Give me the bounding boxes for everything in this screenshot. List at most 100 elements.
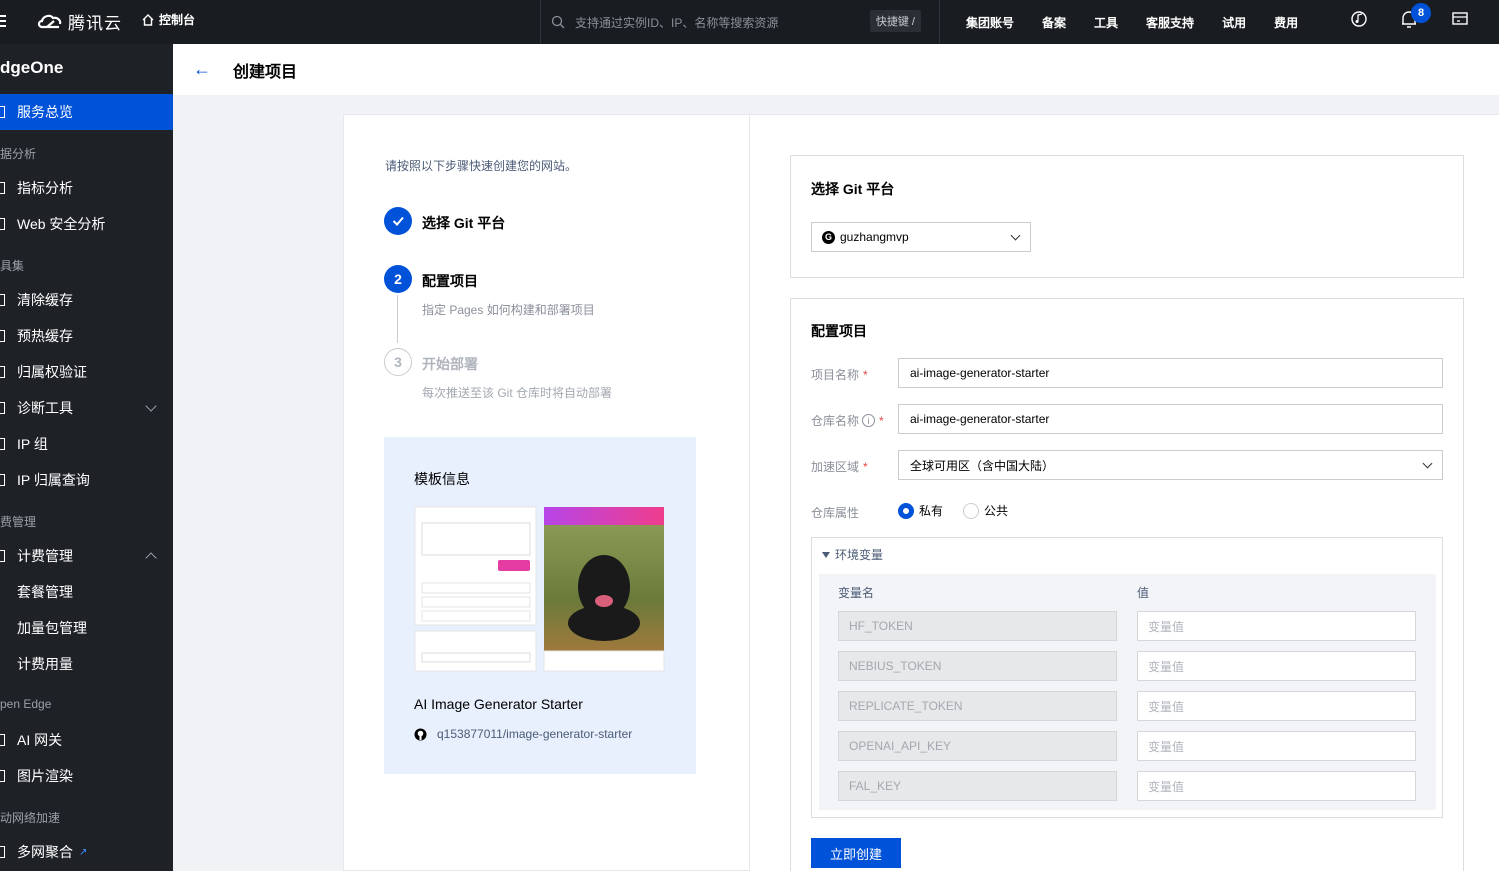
env-value-input[interactable]: 变量值 — [1137, 691, 1416, 721]
git-card-title: 选择 Git 平台 — [811, 181, 895, 197]
config-card-title: 配置项目 — [811, 323, 867, 339]
steps-intro: 请按照以下步骤快速创建您的网站。 — [385, 159, 578, 173]
nav-icon — [0, 734, 5, 746]
env-key-field: FAL_KEY — [838, 771, 1117, 801]
nav-support[interactable]: 客服支持 — [1146, 14, 1194, 31]
env-vars-section: 环境变量 变量名 值 HF_TOKEN 变量值 NEBIUS_TOKEN 变量值… — [811, 537, 1443, 818]
nav-icon — [0, 846, 5, 858]
cart-icon[interactable] — [1451, 10, 1469, 28]
env-value-input[interactable]: 变量值 — [1137, 651, 1416, 681]
nav-icp[interactable]: 备案 — [1042, 14, 1066, 31]
logo[interactable]: 腾讯云 — [37, 9, 122, 34]
nav-trial[interactable]: 试用 — [1222, 14, 1246, 31]
sidebar-item-billing[interactable]: 计费管理 — [0, 538, 173, 574]
chevron-down-icon — [1422, 458, 1433, 469]
step-2-title: 配置项目 — [422, 273, 478, 289]
nav-icon — [0, 218, 5, 230]
env-value-header: 值 — [1137, 586, 1150, 600]
public-label: 公共 — [984, 504, 1009, 518]
nav-tools[interactable]: 工具 — [1094, 14, 1118, 31]
sidebar-item-diagnostics[interactable]: 诊断工具 — [0, 390, 173, 426]
template-name: AI Image Generator Starter — [414, 696, 583, 712]
top-bar: 腾讯云 控制台 支持通过实例ID、IP、名称等搜索资源 快捷键 / 集团账号 备… — [0, 0, 1499, 44]
sidebar-group-open-edge: pen Edge — [0, 697, 52, 711]
chevron-down-icon — [1010, 230, 1021, 241]
sidebar-item-ip-group[interactable]: IP 组 — [0, 426, 173, 462]
info-icon[interactable]: i — [862, 414, 876, 427]
sidebar-item-addons[interactable]: 加量包管理 — [0, 610, 173, 646]
template-repo-link[interactable]: q153877011/image-generator-starter — [414, 727, 632, 741]
env-key-field: NEBIUS_TOKEN — [838, 651, 1117, 681]
music-icon[interactable] — [1350, 10, 1368, 28]
sidebar-item-ip-lookup[interactable]: IP 归属查询 — [0, 462, 173, 498]
nav-icon — [0, 770, 5, 782]
search-input[interactable]: 支持通过实例ID、IP、名称等搜索资源 — [575, 14, 778, 31]
env-key-field: HF_TOKEN — [838, 611, 1117, 641]
step-1-title: 选择 Git 平台 — [422, 215, 506, 231]
region-label: 加速区域 * — [811, 459, 868, 475]
nav-icon — [0, 182, 5, 194]
page-header: ← 创建项目 — [173, 44, 1499, 95]
region-value: 全球可用区（含中国大陆） — [910, 458, 1055, 473]
nav-billing[interactable]: 费用 — [1274, 14, 1298, 31]
config-card: 配置项目 项目名称 * ai-image-generator-starter 仓库… — [790, 298, 1464, 871]
sidebar-item-overview[interactable]: 服务总览 — [0, 94, 173, 130]
git-provider-icon: G — [822, 230, 835, 244]
search-icon — [551, 15, 565, 29]
sidebar-item-plans[interactable]: 套餐管理 — [0, 574, 173, 610]
nav-icon — [0, 330, 5, 342]
env-value-input[interactable]: 变量值 — [1137, 731, 1416, 761]
private-radio[interactable] — [898, 502, 914, 519]
console-link[interactable]: 控制台 — [141, 11, 195, 28]
private-label: 私有 — [919, 504, 944, 518]
env-key-header: 变量名 — [838, 586, 875, 600]
step-3-number: 3 — [384, 348, 412, 376]
nav-group-account[interactable]: 集团账号 — [966, 14, 1014, 31]
step-connector — [397, 295, 398, 343]
sidebar-item-multi-network[interactable]: 多网聚合 ↗ — [0, 834, 173, 870]
step-3-title: 开始部署 — [422, 356, 478, 372]
sidebar: dgeOne 服务总览 据分析 指标分析 Web 安全分析 具集 清除缓存 预热… — [0, 44, 173, 871]
sidebar-group-tools: 具集 — [0, 259, 25, 273]
sidebar-item-web-security[interactable]: Web 安全分析 — [0, 206, 173, 242]
step-3-desc: 每次推送至该 Git 仓库时将自动部署 — [422, 386, 613, 400]
sidebar-item-image-render[interactable]: 图片渲染 — [0, 758, 173, 794]
shortcut-hint: 快捷键 / — [869, 10, 921, 32]
product-title: dgeOne — [0, 58, 64, 77]
sidebar-item-purge-cache[interactable]: 清除缓存 — [0, 282, 173, 318]
sidebar-item-usage[interactable]: 计费用量 — [0, 646, 173, 682]
nav-icon — [0, 106, 5, 118]
template-info-card: 模板信息 AI Image Generator Starter q1538770… — [384, 437, 696, 774]
create-button[interactable]: 立即创建 — [811, 838, 901, 868]
env-key-field: OPENAI_API_KEY — [838, 731, 1117, 761]
sidebar-item-metrics[interactable]: 指标分析 — [0, 170, 173, 206]
env-vars-toggle[interactable]: 环境变量 — [822, 546, 883, 563]
repo-name-input[interactable]: ai-image-generator-starter — [898, 404, 1443, 434]
sidebar-item-ai-gateway[interactable]: AI 网关 — [0, 722, 173, 758]
sidebar-item-prefetch-cache[interactable]: 预热缓存 — [0, 318, 173, 354]
page-title: 创建项目 — [233, 63, 298, 81]
sidebar-group-analytics: 据分析 — [0, 147, 37, 161]
chevron-up-icon — [145, 552, 157, 564]
env-value-input[interactable]: 变量值 — [1137, 771, 1416, 801]
chevron-down-icon — [145, 400, 157, 412]
global-search[interactable]: 支持通过实例ID、IP、名称等搜索资源 快捷键 / — [540, 0, 940, 44]
sidebar-item-ownership[interactable]: 归属权验证 — [0, 354, 173, 390]
sidebar-group-billing: 费管理 — [0, 515, 37, 529]
project-name-input[interactable]: ai-image-generator-starter — [898, 358, 1443, 388]
region-select[interactable]: 全球可用区（含中国大陆） — [898, 450, 1443, 480]
nav-icon — [0, 402, 5, 414]
menu-icon[interactable] — [0, 12, 8, 30]
env-value-input[interactable]: 变量值 — [1137, 611, 1416, 641]
back-arrow-icon[interactable]: ← — [193, 59, 211, 80]
public-radio[interactable] — [963, 502, 980, 519]
nav-icon — [0, 550, 5, 562]
sidebar-group-network: 动网络加速 — [0, 811, 61, 825]
step-2-number: 2 — [384, 265, 412, 293]
top-nav: 集团账号 备案 工具 客服支持 试用 费用 — [966, 0, 1326, 44]
env-key-field: REPLICATE_TOKEN — [838, 691, 1117, 721]
external-link-icon: ↗ — [79, 846, 88, 858]
nav-icon — [0, 366, 5, 378]
git-account-select[interactable]: G guzhangmvp — [811, 222, 1031, 252]
config-panel: 选择 Git 平台 G guzhangmvp 配置项目 项目名称 * ai-ima… — [750, 114, 1499, 871]
